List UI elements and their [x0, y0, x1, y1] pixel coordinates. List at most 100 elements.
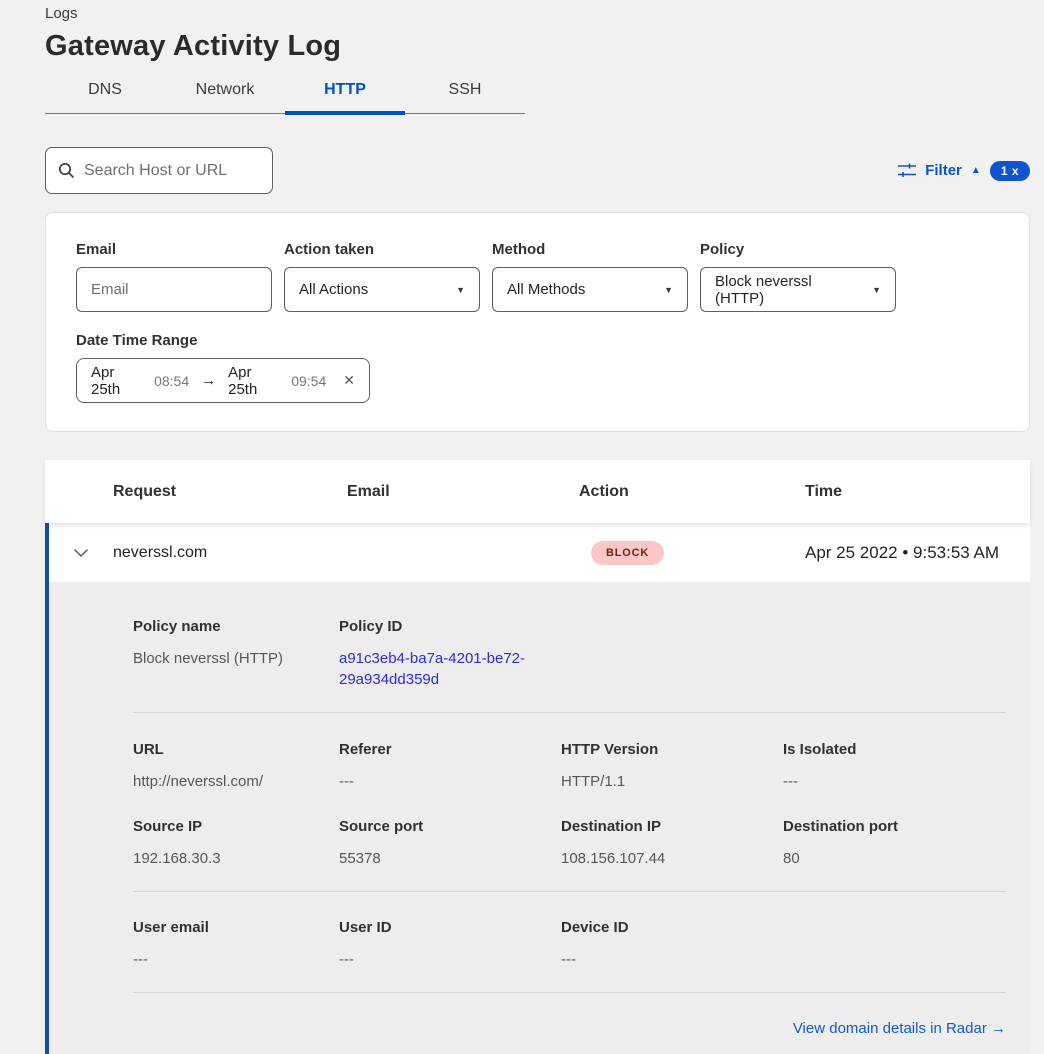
source-port-label: Source port	[339, 818, 561, 835]
table-header: Request Email Action Time	[45, 460, 1030, 523]
source-ip-label: Source IP	[133, 818, 339, 835]
source-ip-value: 192.168.30.3	[133, 848, 339, 869]
source-port-field: Source port 55378	[339, 818, 561, 869]
chevron-down-icon: ▼	[456, 285, 465, 295]
http-version-label: HTTP Version	[561, 741, 783, 758]
referer-field: Referer ---	[339, 741, 561, 792]
destination-port-label: Destination port	[783, 818, 1006, 835]
referer-label: Referer	[339, 741, 561, 758]
destination-ip-label: Destination IP	[561, 818, 783, 835]
row-expander[interactable]	[49, 548, 113, 558]
user-id-field: User ID ---	[339, 919, 561, 970]
request-details-section: URL http://neverssl.com/ Referer --- HTT…	[133, 713, 1006, 869]
filter-toggle[interactable]: Filter ▲ 1 x	[898, 161, 1030, 181]
expanded-row-details: Policy name Block neverssl (HTTP) Policy…	[45, 582, 1030, 1054]
chevron-down-icon: ▼	[872, 285, 881, 295]
tab-network[interactable]: Network	[165, 75, 285, 113]
start-date[interactable]: Apr 25th	[91, 364, 145, 398]
log-type-tabs: DNS Network HTTP SSH	[45, 75, 525, 114]
tab-ssh[interactable]: SSH	[405, 75, 525, 113]
action-filter-field: Action taken All Actions ▼	[284, 241, 480, 312]
destination-port-value: 80	[783, 848, 1006, 869]
email-filter-input[interactable]	[91, 281, 257, 298]
filter-row: Email Action taken All Actions ▼ Method …	[76, 241, 999, 312]
policy-section: Policy name Block neverssl (HTTP) Policy…	[133, 582, 1006, 690]
time-cell: Apr 25 2022 • 9:53:53 AM	[805, 543, 1030, 563]
policy-filter-select[interactable]: Block neverssl (HTTP) ▼	[700, 267, 896, 312]
tab-http[interactable]: HTTP	[285, 75, 405, 113]
search-icon	[58, 162, 75, 179]
action-filter-label: Action taken	[284, 241, 480, 258]
chevron-down-icon: ▼	[664, 285, 673, 295]
filter-sliders-icon	[898, 163, 916, 178]
policy-filter-label: Policy	[700, 241, 896, 258]
user-email-label: User email	[133, 919, 339, 936]
action-filter-value: All Actions	[299, 281, 368, 298]
filter-count-badge[interactable]: 1 x	[990, 161, 1030, 181]
clear-date-range-icon[interactable]: ✕	[343, 372, 355, 389]
http-version-field: HTTP Version HTTP/1.1	[561, 741, 783, 792]
url-value: http://neverssl.com/	[133, 771, 339, 792]
chevron-down-icon	[73, 548, 89, 558]
method-filter-value: All Methods	[507, 281, 585, 298]
destination-port-field: Destination port 80	[783, 818, 1006, 869]
url-field: URL http://neverssl.com/	[133, 741, 339, 792]
date-range-picker[interactable]: Apr 25th 08:54 → Apr 25th 09:54 ✕	[76, 358, 370, 403]
filter-label[interactable]: Filter	[925, 162, 962, 179]
start-time[interactable]: 08:54	[154, 373, 189, 389]
method-filter-label: Method	[492, 241, 688, 258]
policy-name-field: Policy name Block neverssl (HTTP)	[133, 618, 339, 690]
column-header-email: Email	[347, 483, 579, 501]
date-range-label: Date Time Range	[76, 332, 999, 349]
http-version-value: HTTP/1.1	[561, 771, 783, 792]
policy-id-label: Policy ID	[339, 618, 561, 635]
action-filter-select[interactable]: All Actions ▼	[284, 267, 480, 312]
date-range-field: Date Time Range Apr 25th 08:54 → Apr 25t…	[76, 332, 999, 403]
radar-link-text: View domain details in Radar	[793, 1020, 987, 1037]
user-details-section: User email --- User ID --- Device ID ---	[133, 892, 1006, 970]
is-isolated-label: Is Isolated	[783, 741, 1006, 758]
device-id-value: ---	[561, 949, 783, 970]
url-label: URL	[133, 741, 339, 758]
column-header-time: Time	[805, 483, 1030, 501]
policy-id-field: Policy ID a91c3eb4-ba7a-4201-be72-29a934…	[339, 618, 561, 690]
block-status-badge: BLOCK	[591, 541, 664, 565]
user-id-label: User ID	[339, 919, 561, 936]
policy-id-link[interactable]: a91c3eb4-ba7a-4201-be72-29a934dd359d	[339, 648, 551, 690]
column-header-request: Request	[113, 483, 347, 501]
user-email-value: ---	[133, 949, 339, 970]
method-filter-select[interactable]: All Methods ▼	[492, 267, 688, 312]
tab-dns[interactable]: DNS	[45, 75, 165, 113]
source-port-value: 55378	[339, 848, 561, 869]
policy-filter-value: Block neverssl (HTTP)	[715, 273, 864, 307]
page-title: Gateway Activity Log	[45, 30, 1030, 63]
search-input[interactable]	[84, 162, 260, 180]
policy-filter-field: Policy Block neverssl (HTTP) ▼	[700, 241, 896, 312]
radar-link-row: View domain details in Radar →	[133, 993, 1006, 1038]
is-isolated-value: ---	[783, 771, 1006, 792]
user-id-value: ---	[339, 949, 561, 970]
email-filter-field: Email	[76, 241, 272, 312]
breadcrumb[interactable]: Logs	[45, 5, 1030, 22]
request-cell[interactable]: neverssl.com	[113, 544, 347, 562]
search-box[interactable]	[45, 147, 273, 194]
email-filter-control	[76, 267, 272, 312]
device-id-label: Device ID	[561, 919, 783, 936]
user-email-field: User email ---	[133, 919, 339, 970]
referer-value: ---	[339, 771, 561, 792]
is-isolated-field: Is Isolated ---	[783, 741, 1006, 792]
toolbar: Filter ▲ 1 x	[45, 147, 1030, 194]
radar-link[interactable]: View domain details in Radar →	[793, 1020, 1006, 1037]
policy-name-label: Policy name	[133, 618, 339, 635]
table-row[interactable]: neverssl.com BLOCK Apr 25 2022 • 9:53:53…	[45, 523, 1030, 582]
destination-ip-field: Destination IP 108.156.107.44	[561, 818, 783, 869]
end-time[interactable]: 09:54	[291, 373, 326, 389]
email-filter-label: Email	[76, 241, 272, 258]
arrow-right-icon: →	[198, 372, 219, 389]
device-id-field: Device ID ---	[561, 919, 783, 970]
filter-panel: Email Action taken All Actions ▼ Method …	[45, 212, 1030, 432]
action-cell: BLOCK	[579, 541, 805, 565]
end-date[interactable]: Apr 25th	[228, 364, 282, 398]
column-header-action: Action	[579, 483, 805, 501]
main-content: Logs Gateway Activity Log DNS Network HT…	[45, 0, 1030, 1054]
